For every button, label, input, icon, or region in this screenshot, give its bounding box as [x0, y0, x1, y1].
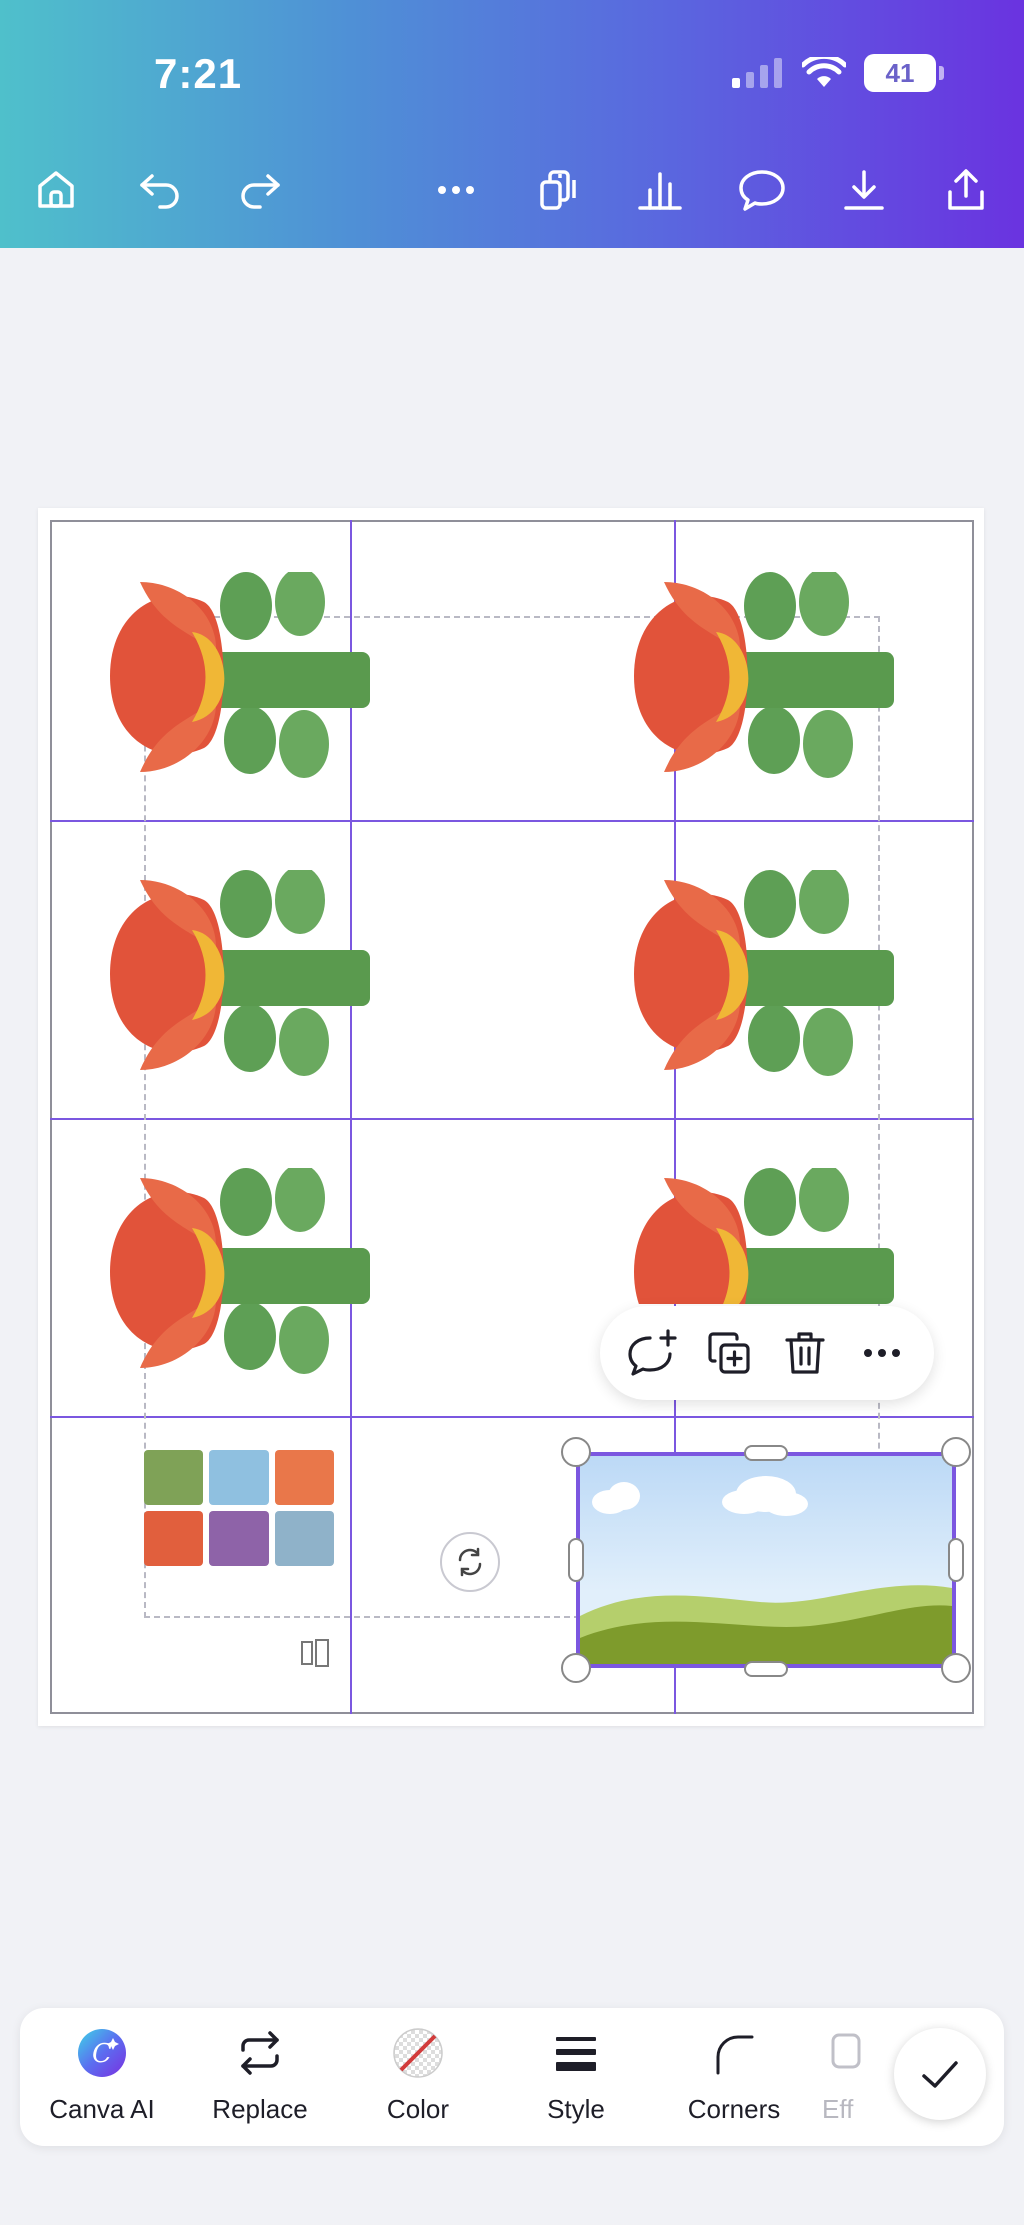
insights-icon [638, 172, 682, 210]
more-icon [438, 186, 474, 194]
flower-graphic[interactable] [624, 870, 894, 1080]
signal-icon [732, 58, 782, 88]
resize-handle-right[interactable] [948, 1538, 964, 1582]
pattern-tile [209, 1450, 269, 1505]
resize-handle-top[interactable] [744, 1445, 788, 1461]
trash-icon [785, 1332, 825, 1374]
pattern-tile [144, 1511, 204, 1566]
canva-ai-icon: C [75, 2026, 129, 2080]
tool-label: Color [386, 2094, 450, 2124]
pattern-tile [274, 1511, 334, 1566]
pattern-tile [209, 1511, 269, 1566]
delete-button[interactable] [775, 1323, 835, 1383]
redo-icon [241, 174, 280, 209]
flower-graphic[interactable] [624, 1168, 894, 1304]
resize-handle-top-left[interactable] [561, 1437, 591, 1467]
color-none-swatch-icon [391, 2026, 445, 2080]
pages-button[interactable] [530, 162, 586, 218]
tool-color[interactable]: Color [348, 2026, 488, 2136]
status-time: 7:21 [154, 50, 243, 97]
corners-icon [707, 2026, 761, 2080]
rotate-icon [458, 1547, 482, 1577]
battery-indicator: 41 [864, 54, 944, 92]
share-icon [948, 169, 984, 210]
resize-handle-left[interactable] [568, 1538, 584, 1582]
pages-icon [540, 170, 576, 210]
more-options-button[interactable] [428, 162, 484, 218]
tool-effects[interactable]: Eff [822, 2026, 902, 2136]
landscape-placeholder-image[interactable] [576, 1452, 956, 1668]
replace-icon [233, 2026, 287, 2080]
flower-graphic[interactable] [100, 870, 370, 1080]
style-lines-icon [549, 2026, 603, 2080]
share-button[interactable] [938, 162, 994, 218]
tool-replace[interactable]: Replace [190, 2026, 330, 2136]
status-icons: 41 [732, 54, 944, 92]
tool-label: Canva AI [49, 2094, 155, 2124]
tool-label: Eff [822, 2094, 854, 2124]
undo-button[interactable] [132, 162, 188, 218]
comment-button[interactable] [734, 162, 790, 218]
pattern-tile [144, 1450, 204, 1505]
add-comment-icon [628, 1329, 677, 1376]
undo-icon [140, 174, 179, 209]
redo-button[interactable] [232, 162, 288, 218]
flower-graphic[interactable] [100, 572, 370, 782]
tool-style[interactable]: Style [506, 2026, 646, 2136]
effects-icon [822, 2026, 876, 2080]
tool-corners[interactable]: Corners [664, 2026, 804, 2136]
small-sketch-graphic[interactable] [298, 1636, 332, 1670]
done-button[interactable] [894, 2028, 986, 2120]
insights-button[interactable] [632, 162, 688, 218]
download-button[interactable] [836, 162, 892, 218]
tool-canva-ai[interactable]: C Canva AI [32, 2026, 172, 2136]
element-context-toolbar [600, 1306, 934, 1400]
more-actions-button[interactable] [852, 1323, 912, 1383]
element-tools-bar: C Canva AI Replace Color Style Corners E… [20, 2008, 1004, 2146]
tool-label: Corners [687, 2094, 781, 2124]
resize-handle-bottom-left[interactable] [561, 1653, 591, 1683]
resize-handle-bottom[interactable] [744, 1661, 788, 1677]
flower-graphic[interactable] [100, 1168, 370, 1378]
flower-graphic[interactable] [624, 572, 894, 782]
wifi-icon [802, 57, 846, 87]
duplicate-icon [708, 1332, 750, 1374]
resize-handle-top-right[interactable] [941, 1437, 971, 1467]
tool-label: Replace [212, 2094, 308, 2124]
home-button[interactable] [28, 162, 84, 218]
resize-handle-bottom-right[interactable] [941, 1653, 971, 1683]
more-icon [863, 1349, 900, 1357]
rotate-button[interactable] [440, 1532, 500, 1592]
checkmark-icon [922, 2061, 958, 2088]
tool-label: Style [547, 2094, 605, 2124]
download-icon [844, 170, 884, 210]
comment-icon [739, 170, 785, 211]
duplicate-button[interactable] [699, 1323, 759, 1383]
add-comment-button[interactable] [622, 1323, 682, 1383]
app-header: 7:21 41 [0, 0, 1024, 248]
pattern-tile [274, 1450, 334, 1505]
landscape-illustration [580, 1476, 952, 1664]
home-icon [38, 171, 74, 208]
pattern-thumbnail[interactable] [144, 1450, 334, 1566]
